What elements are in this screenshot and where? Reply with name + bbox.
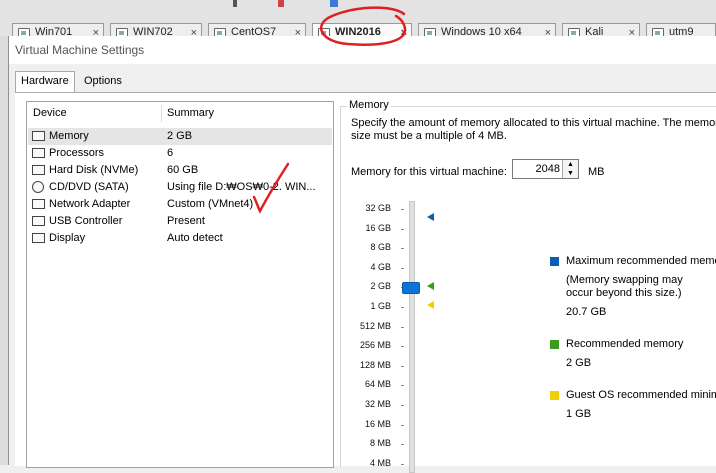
- scale-label: 32 MB: [341, 399, 404, 409]
- scale-label: 1 GB: [341, 301, 404, 311]
- memory-description: Specify the amount of memory allocated t…: [351, 117, 716, 142]
- vm-icon: [568, 28, 580, 36]
- close-tab-icon[interactable]: ×: [93, 25, 99, 36]
- vm-tab-windows10[interactable]: Windows 10 x64 ×: [418, 23, 556, 36]
- device-list-header: Device Summary: [27, 102, 333, 124]
- memory-unit: MB: [588, 166, 605, 178]
- recommended-swatch: [550, 340, 559, 349]
- close-tab-icon[interactable]: ×: [629, 25, 635, 36]
- toolbar-fragment: [330, 0, 338, 7]
- vm-icon: [18, 28, 30, 36]
- memory-spinbox[interactable]: 2048 ▲ ▼: [512, 159, 579, 179]
- max-recommended-value: 20.7 GB: [566, 306, 607, 318]
- memory-field-label: Memory for this virtual machine:: [351, 166, 507, 178]
- dialog-title: Virtual Machine Settings: [9, 36, 716, 64]
- vm-icon: [116, 28, 128, 36]
- device-list[interactable]: Device Summary Memory 2 GB Processors 6 …: [26, 101, 334, 468]
- vm-tab-win2016[interactable]: WIN2016 ×: [312, 23, 412, 36]
- max-recommended-title: Maximum recommended memory: [566, 255, 716, 267]
- scale-label: 4 MB: [341, 458, 404, 468]
- guest-min-swatch: [550, 391, 559, 400]
- guest-min-value: 1 GB: [566, 408, 592, 420]
- memory-group-label: Memory: [347, 99, 391, 111]
- device-row-memory[interactable]: Memory 2 GB: [28, 128, 332, 145]
- scale-label: 2 GB: [341, 281, 404, 291]
- close-tab-icon[interactable]: ×: [401, 25, 407, 36]
- toolbar-fragment: [278, 0, 284, 7]
- memory-slider-thumb[interactable]: [402, 282, 420, 294]
- hardware-tab-panel: Device Summary Memory 2 GB Processors 6 …: [15, 92, 716, 473]
- memory-group: Memory Specify the amount of memory allo…: [340, 99, 716, 473]
- device-row-processors[interactable]: Processors 6: [28, 145, 332, 162]
- network-adapter-icon: [32, 199, 45, 209]
- close-tab-icon[interactable]: ×: [295, 25, 301, 36]
- scale-label: 8 GB: [341, 242, 404, 252]
- scale-label: 8 MB: [341, 438, 404, 448]
- max-recommended-marker-icon: [427, 213, 434, 221]
- vm-tab-strip: Win701 × WIN702 × CentOS7 × WIN2016 × Wi…: [0, 0, 716, 36]
- hard-disk-icon: [32, 165, 45, 175]
- memory-value[interactable]: 2048: [536, 163, 560, 175]
- max-recommended-swatch: [550, 257, 559, 266]
- column-summary[interactable]: Summary: [167, 107, 214, 119]
- recommended-title: Recommended memory: [566, 338, 684, 350]
- scale-label: 4 GB: [341, 262, 404, 272]
- device-row-display[interactable]: Display Auto detect: [28, 230, 332, 247]
- column-device[interactable]: Device: [33, 107, 67, 119]
- decrement-arrow-icon[interactable]: ▼: [562, 169, 578, 178]
- usb-icon: [32, 216, 45, 226]
- column-divider[interactable]: [161, 105, 162, 122]
- scale-label: 16 MB: [341, 419, 404, 429]
- close-tab-icon[interactable]: ×: [191, 25, 197, 36]
- memory-slider-track[interactable]: [409, 201, 415, 473]
- vm-icon: [318, 28, 330, 36]
- device-row-cd-dvd[interactable]: CD/DVD (SATA) Using file D:₩OS₩0-2. WIN.…: [28, 179, 332, 196]
- tab-hardware[interactable]: Hardware: [15, 71, 75, 92]
- vm-tab-win701[interactable]: Win701 ×: [12, 23, 104, 36]
- guest-min-title: Guest OS recommended minimum: [566, 389, 716, 401]
- scale-label: 16 GB: [341, 223, 404, 233]
- cd-dvd-icon: [32, 181, 44, 193]
- guest-min-marker-icon: [427, 301, 434, 309]
- device-row-hard-disk[interactable]: Hard Disk (NVMe) 60 GB: [28, 162, 332, 179]
- recommended-value: 2 GB: [566, 357, 592, 369]
- vm-icon: [424, 28, 436, 36]
- scale-label: 512 MB: [341, 321, 404, 331]
- scale-label: 128 MB: [341, 360, 404, 370]
- vm-settings-dialog: Virtual Machine Settings Hardware Option…: [8, 36, 716, 473]
- scale-label: 256 MB: [341, 340, 404, 350]
- device-row-usb-controller[interactable]: USB Controller Present: [28, 213, 332, 230]
- vm-tab-utm9[interactable]: utm9: [646, 23, 716, 36]
- vm-icon: [652, 28, 664, 36]
- max-recommended-note: (Memory swapping may occur beyond this s…: [566, 274, 683, 299]
- vm-icon: [214, 28, 226, 36]
- vm-tab-kali[interactable]: Kali ×: [562, 23, 640, 36]
- scale-label: 32 GB: [341, 203, 404, 213]
- memory-icon: [32, 131, 45, 141]
- device-row-network-adapter[interactable]: Network Adapter Custom (VMnet4): [28, 196, 332, 213]
- toolbar-fragment: [233, 0, 237, 7]
- scale-label: 64 MB: [341, 379, 404, 389]
- tab-options[interactable]: Options: [79, 72, 127, 91]
- close-tab-icon[interactable]: ×: [545, 25, 551, 36]
- vm-tab-centos7[interactable]: CentOS7 ×: [208, 23, 306, 36]
- processor-icon: [32, 148, 45, 158]
- display-icon: [32, 233, 45, 243]
- vm-tab-win702[interactable]: WIN702 ×: [110, 23, 202, 36]
- recommended-marker-icon: [427, 282, 434, 290]
